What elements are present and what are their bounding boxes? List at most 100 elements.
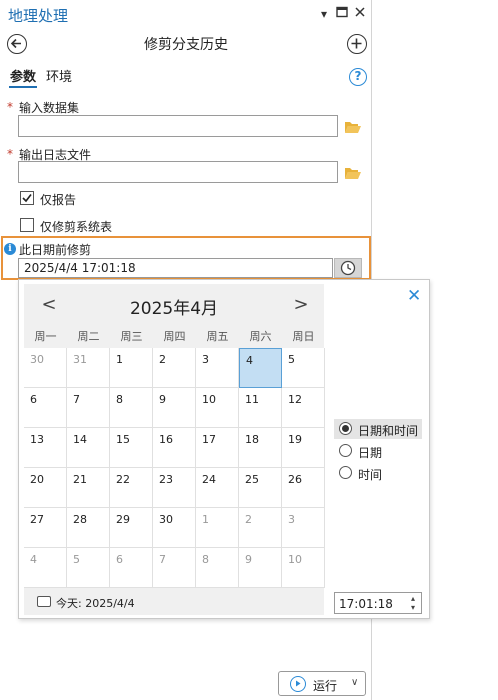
pane-title: 地理处理: [8, 7, 69, 25]
calendar-day-cell[interactable]: 3: [196, 348, 239, 388]
calendar-day-cell[interactable]: 8: [196, 548, 239, 588]
calendar-day-cell[interactable]: 11: [239, 388, 282, 428]
calendar-day-cell[interactable]: 7: [153, 548, 196, 588]
run-button[interactable]: 运行 ∨: [278, 671, 366, 696]
output-log-field[interactable]: [18, 161, 338, 183]
mode-option[interactable]: 日期: [334, 441, 422, 461]
calendar-day-cell[interactable]: 5: [282, 348, 325, 388]
time-up-arrow-icon[interactable]: ▴: [408, 594, 418, 603]
calendar-day-cell[interactable]: 25: [239, 468, 282, 508]
clock-icon: [340, 260, 356, 276]
calendar-day-cell[interactable]: 14: [67, 428, 110, 468]
mode-option[interactable]: 时间: [334, 463, 422, 483]
tab-parameters[interactable]: 参数: [10, 66, 36, 85]
calendar-day-cell[interactable]: 16: [153, 428, 196, 468]
calendar-day-cell[interactable]: 8: [110, 388, 153, 428]
calendar-day-cell[interactable]: 6: [110, 548, 153, 588]
calendar-day-cell[interactable]: 24: [196, 468, 239, 508]
close-picker-icon[interactable]: ✕: [407, 286, 421, 306]
calendar-day-cell[interactable]: 19: [282, 428, 325, 468]
trim-before-date-label: 此日期前修剪: [19, 243, 92, 257]
calendar-day-cell[interactable]: 9: [153, 388, 196, 428]
mode-option-label: 日期: [358, 446, 383, 460]
calendar-day-cell[interactable]: 23: [153, 468, 196, 508]
trim-system-tables-label: 仅修剪系统表: [40, 220, 113, 234]
info-icon[interactable]: i: [4, 243, 16, 255]
calendar-day-cell[interactable]: 4: [24, 548, 67, 588]
radio-button[interactable]: [339, 422, 352, 435]
time-input[interactable]: 17:01:18 ▴ ▾: [334, 592, 422, 614]
browse-folder-icon[interactable]: [344, 166, 362, 180]
calendar-day-cell[interactable]: 20: [24, 468, 67, 508]
calendar-toggle-button[interactable]: [334, 258, 362, 278]
weekday-label: 周五: [206, 330, 229, 343]
dropdown-icon[interactable]: ▾: [316, 6, 332, 22]
calendar-day-cell[interactable]: 31: [67, 348, 110, 388]
required-mark: *: [7, 147, 13, 161]
mode-option[interactable]: 日期和时间: [334, 419, 422, 439]
calendar-day-cell[interactable]: 18: [239, 428, 282, 468]
weekday-label: 周二: [77, 330, 100, 343]
browse-folder-icon[interactable]: [344, 120, 362, 134]
weekday-label: 周六: [249, 330, 272, 343]
close-icon[interactable]: [352, 6, 368, 22]
calendar-day-cell[interactable]: 10: [282, 548, 325, 588]
calendar-day-cell[interactable]: 30: [24, 348, 67, 388]
calendar-day-cell[interactable]: 2: [239, 508, 282, 548]
mode-option-label: 日期和时间: [358, 424, 419, 438]
weekday-label: 周四: [163, 330, 186, 343]
active-tab-indicator: [9, 86, 37, 88]
add-button[interactable]: [347, 34, 367, 54]
calendar-day-cell[interactable]: 6: [24, 388, 67, 428]
tool-title: 修剪分支历史: [144, 37, 228, 53]
weekday-label: 周三: [120, 330, 143, 343]
report-only-checkbox[interactable]: [20, 191, 34, 205]
mode-option-label: 时间: [358, 468, 383, 482]
calendar-day-cell[interactable]: 15: [110, 428, 153, 468]
calendar-day-cell[interactable]: 22: [110, 468, 153, 508]
today-label[interactable]: 今天: 2025/4/4: [56, 595, 135, 611]
calendar-day-cell[interactable]: 10: [196, 388, 239, 428]
calendar: < 2025年4月 > 周一 周二 周三 周四 周五 周六 周日 30 31 1 2 3 4 5 6 7 8 9…: [24, 284, 325, 615]
tab-environments[interactable]: 环境: [46, 66, 72, 85]
run-label: 运行: [313, 679, 338, 693]
calendar-day-cell[interactable]: 29: [110, 508, 153, 548]
time-value: 17:01:18: [339, 597, 393, 611]
report-only-label: 仅报告: [40, 193, 77, 207]
calendar-day-cell[interactable]: 28: [67, 508, 110, 548]
calendar-day-cell[interactable]: 4: [239, 348, 282, 388]
calendar-month-title[interactable]: 2025年4月: [24, 294, 324, 319]
next-month-button[interactable]: >: [291, 294, 311, 315]
calendar-day-cell[interactable]: 17: [196, 428, 239, 468]
calendar-day-cell[interactable]: 13: [24, 428, 67, 468]
weekday-label: 周一: [34, 330, 57, 343]
calendar-day-cell[interactable]: 30: [153, 508, 196, 548]
calendar-day-cell[interactable]: 1: [196, 508, 239, 548]
time-down-arrow-icon[interactable]: ▾: [408, 603, 418, 612]
calendar-day-cell[interactable]: 1: [110, 348, 153, 388]
calendar-day-cell[interactable]: 3: [282, 508, 325, 548]
maximize-icon[interactable]: [334, 6, 350, 22]
calendar-day-cell[interactable]: 12: [282, 388, 325, 428]
trim-system-tables-checkbox[interactable]: [20, 218, 34, 232]
calendar-day-cell[interactable]: 7: [67, 388, 110, 428]
calendar-day-cell[interactable]: 26: [282, 468, 325, 508]
trim-before-date-field[interactable]: 2025/4/4 17:01:18: [18, 258, 333, 278]
calendar-day-cell[interactable]: 2: [153, 348, 196, 388]
required-mark: *: [7, 100, 13, 114]
calendar-day-cell[interactable]: 5: [67, 548, 110, 588]
calendar-day-cell[interactable]: 9: [239, 548, 282, 588]
radio-button[interactable]: [339, 444, 352, 457]
run-dropdown-icon[interactable]: ∨: [351, 677, 358, 688]
datetime-picker-popup: < 2025年4月 > 周一 周二 周三 周四 周五 周六 周日 30 31 1 2 3 4 5 6 7 8 9…: [18, 279, 430, 619]
input-dataset-field[interactable]: [18, 115, 338, 137]
help-icon[interactable]: ?: [349, 68, 367, 86]
today-icon: [37, 596, 51, 607]
pane-title-bar: 地理处理 ▾: [0, 0, 372, 30]
run-icon: [290, 676, 306, 692]
calendar-day-cell[interactable]: 21: [67, 468, 110, 508]
input-dataset-label: 输入数据集: [19, 101, 80, 115]
calendar-day-cell[interactable]: 27: [24, 508, 67, 548]
today-row[interactable]: 今天: 2025/4/4: [24, 586, 324, 612]
radio-button[interactable]: [339, 466, 352, 479]
